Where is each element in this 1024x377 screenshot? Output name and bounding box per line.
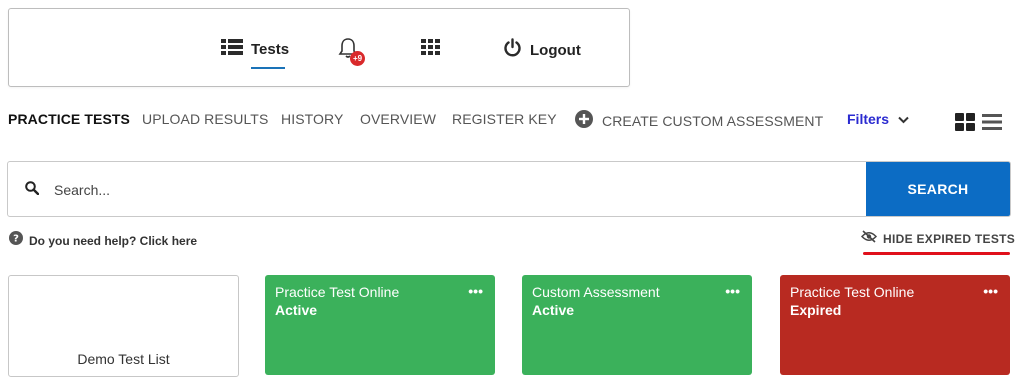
tests-nav-label: Tests: [251, 41, 290, 58]
help-link[interactable]: ? Do you need help? Click here: [9, 231, 197, 250]
top-header-bar: Tests +9 Logout: [8, 8, 630, 87]
filters-label: Filters: [847, 111, 890, 127]
svg-text:?: ?: [13, 234, 19, 245]
logout-label: Logout: [530, 42, 581, 59]
power-icon: [503, 38, 522, 63]
hide-expired-underline: [863, 252, 1010, 255]
test-card-status: Active: [532, 302, 575, 318]
hide-expired-tests-label: HIDE EXPIRED TESTS: [883, 232, 1016, 246]
logout-button[interactable]: Logout: [503, 38, 581, 63]
test-card-status: Expired: [790, 302, 842, 318]
search-input[interactable]: [52, 174, 856, 206]
nav-practice-tests[interactable]: PRACTICE TESTS: [8, 111, 130, 127]
notification-badge: +9: [350, 51, 365, 66]
notifications-button[interactable]: +9: [338, 37, 365, 66]
section-nav: PRACTICE TESTS UPLOAD RESULTS HISTORY OV…: [0, 110, 1024, 133]
active-tab-underline: [251, 67, 285, 69]
create-custom-assessment-button[interactable]: CREATE CUSTOM ASSESSMENT: [575, 110, 823, 131]
create-custom-assessment-label: CREATE CUSTOM ASSESSMENT: [602, 112, 824, 129]
hide-expired-tests-button[interactable]: HIDE EXPIRED TESTS: [860, 230, 1016, 248]
nav-overview[interactable]: OVERVIEW: [360, 111, 436, 127]
plus-circle-icon: [575, 110, 593, 131]
search-bar: SEARCH: [7, 161, 1011, 217]
test-card-status: Active: [275, 302, 318, 318]
nav-upload-results[interactable]: UPLOAD RESULTS: [142, 111, 268, 127]
test-card[interactable]: Custom Assessment Active •••: [522, 275, 752, 375]
search-icon: [25, 181, 40, 200]
test-card-type: Practice Test Online: [275, 284, 400, 300]
test-card-type: Custom Assessment: [532, 284, 660, 300]
nav-history[interactable]: HISTORY: [281, 111, 343, 127]
apps-menu-button[interactable]: [421, 39, 441, 60]
filters-dropdown[interactable]: Filters: [847, 111, 909, 127]
help-label: Do you need help? Click here: [29, 233, 198, 248]
eye-slash-icon: [860, 230, 878, 248]
tests-nav-button[interactable]: Tests: [221, 39, 289, 60]
question-circle-icon: ?: [9, 231, 23, 250]
more-options-icon[interactable]: •••: [468, 284, 483, 298]
more-options-icon[interactable]: •••: [725, 284, 740, 298]
chevron-down-icon: [898, 111, 909, 127]
test-card[interactable]: Practice Test Online Active •••: [265, 275, 495, 375]
more-options-icon[interactable]: •••: [983, 284, 998, 298]
test-card-type: Practice Test Online: [790, 284, 915, 300]
nav-register-key[interactable]: REGISTER KEY: [452, 111, 557, 127]
grid-view-icon[interactable]: [955, 113, 975, 136]
grid-icon: [421, 39, 441, 60]
test-list-card[interactable]: Demo Test List: [8, 275, 239, 377]
list-icon: [221, 39, 243, 60]
search-button[interactable]: SEARCH: [866, 162, 1010, 216]
test-card[interactable]: Practice Test Online Expired •••: [780, 275, 1010, 375]
test-list-title: Demo Test List: [77, 351, 170, 367]
list-view-icon[interactable]: [982, 113, 1002, 136]
